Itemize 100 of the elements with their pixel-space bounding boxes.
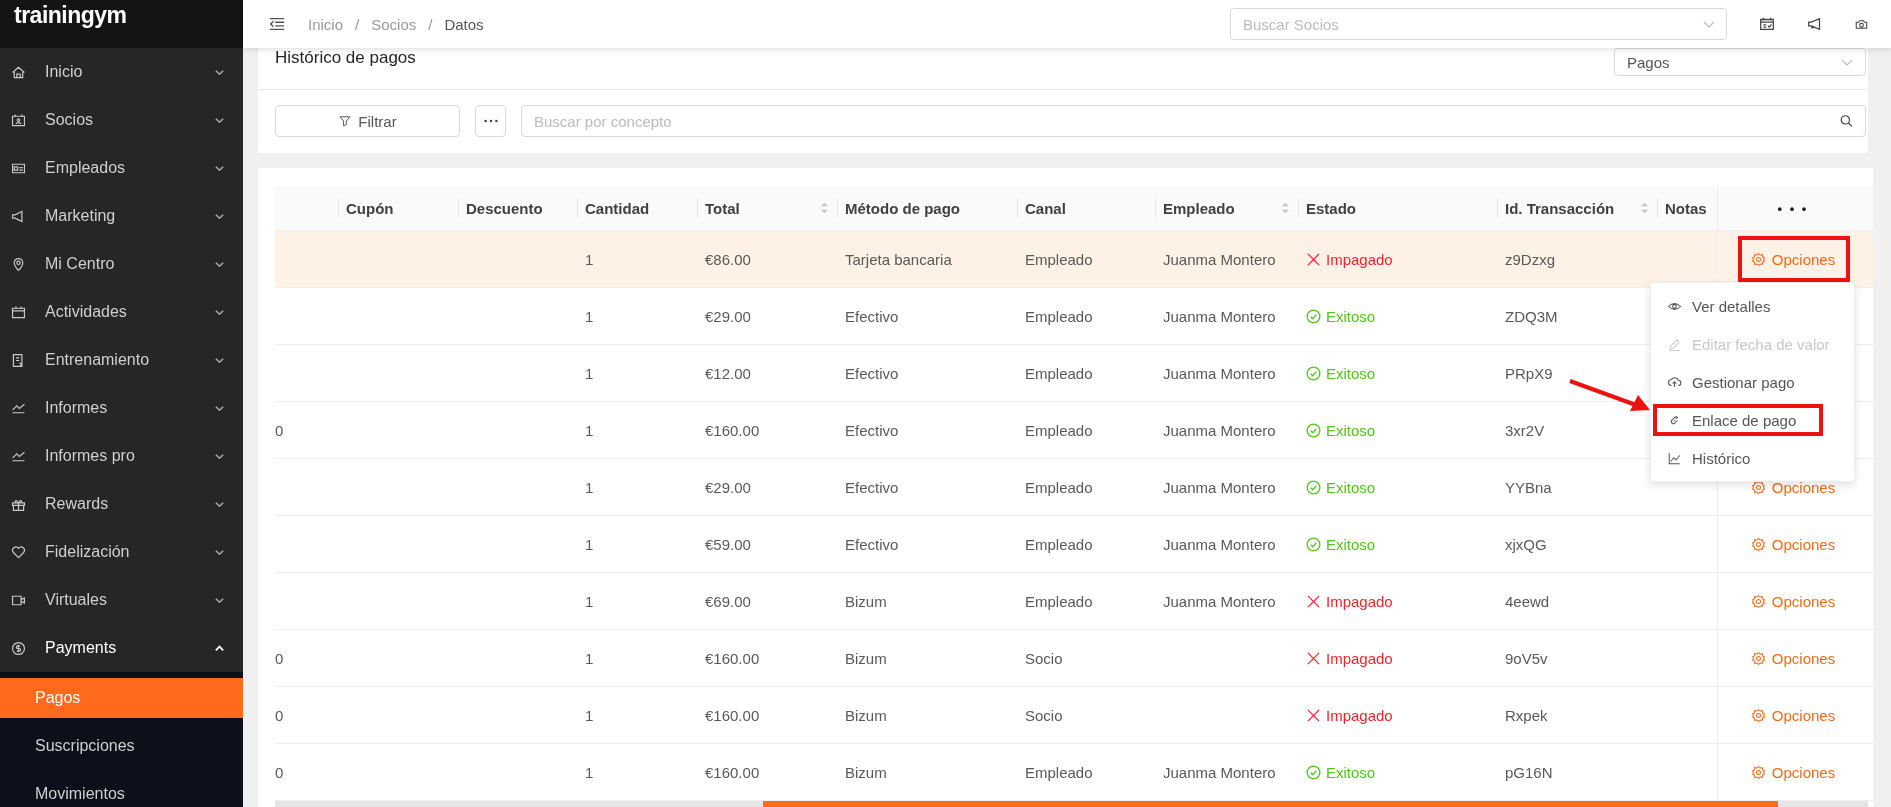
table-cell: Juanma Montero <box>1163 535 1276 553</box>
column-header: Notas <box>1665 199 1707 217</box>
filter-icon <box>338 114 353 128</box>
table-cell: Empleado <box>1025 763 1093 781</box>
table-cell: 0 <box>275 763 284 781</box>
dots-icon <box>481 118 500 124</box>
table-cell: €12.00 <box>705 364 751 382</box>
table-cell: €160.00 <box>705 763 760 781</box>
sidebar-item[interactable]: Mi Centro <box>0 240 243 288</box>
table-cell: 1 <box>585 307 594 325</box>
table-cell: ZDQ3M <box>1505 307 1558 325</box>
member-search-select[interactable]: Buscar Socios <box>1230 8 1727 40</box>
table-cell: Juanma Montero <box>1163 478 1276 496</box>
table-cell: YYBna <box>1505 478 1552 496</box>
table-cell: Efectivo <box>845 364 899 382</box>
filter-button[interactable]: Filtrar <box>275 105 460 137</box>
column-header: Cupón <box>346 199 394 217</box>
sidebar-item[interactable]: Empleados <box>0 144 243 192</box>
table-cell: Efectivo <box>845 478 899 496</box>
status-label: Impagado <box>1326 250 1393 268</box>
table-cell: 1 <box>585 535 594 553</box>
dollar-icon <box>10 639 27 657</box>
status-label: Exitoso <box>1326 535 1376 553</box>
sidebar-item[interactable]: Actividades <box>0 288 243 336</box>
cloud-upload-icon <box>1667 374 1682 390</box>
line-chart-icon <box>1667 450 1682 466</box>
sidebar-item[interactable]: Entrenamiento <box>0 336 243 384</box>
table-cell: Rxpek <box>1505 706 1548 724</box>
panel-title: Histórico de pagos <box>275 48 416 68</box>
table-cell: €160.00 <box>705 421 760 439</box>
table-cell: 0 <box>275 649 284 667</box>
column-header: Canal <box>1025 199 1066 217</box>
table-cell: Empleado <box>1025 592 1093 610</box>
gear-icon <box>1750 536 1766 552</box>
search-field[interactable]: Buscar por concepto <box>521 105 1866 137</box>
sidebar-item[interactable]: Socios <box>0 96 243 144</box>
table-cell: pG16N <box>1505 763 1553 781</box>
column-header: Cantidad <box>585 199 650 217</box>
table-cell: Juanma Montero <box>1163 421 1276 439</box>
status-label: Exitoso <box>1326 421 1376 439</box>
sidebar-item[interactable]: Virtuales <box>0 576 243 624</box>
horizontal-scrollbar[interactable] <box>275 801 1868 807</box>
column-header: Método de pago <box>845 199 960 217</box>
sidebar-item[interactable]: Fidelización <box>0 528 243 576</box>
table-cell: Efectivo <box>845 535 899 553</box>
sidebar-item[interactable]: Informes <box>0 384 243 432</box>
view-select[interactable]: Pagos <box>1614 48 1866 76</box>
table-cell: Empleado <box>1025 364 1093 382</box>
gear-icon <box>1750 650 1766 666</box>
menu-item[interactable]: Enlace de pago <box>1651 401 1854 439</box>
table-cell: Bizum <box>845 706 887 724</box>
column-header: Id. Transacción <box>1505 199 1615 217</box>
submenu-item[interactable]: Movimientos <box>0 774 243 807</box>
table-cell: 0 <box>275 706 284 724</box>
table-cell: Socio <box>1025 706 1063 724</box>
column-menu[interactable]: • • • <box>1777 200 1809 216</box>
table-cell: 1 <box>585 364 594 382</box>
breadcrumb-separator: / <box>428 15 433 33</box>
table-cell: Tarjeta bancaria <box>845 250 952 268</box>
sidebar-item[interactable]: Informes pro <box>0 432 243 480</box>
status-label: Exitoso <box>1326 364 1376 382</box>
table-cell: Bizum <box>845 592 887 610</box>
table-cell: Juanma Montero <box>1163 307 1276 325</box>
table-cell: 1 <box>585 592 594 610</box>
table-cell: xjxQG <box>1505 535 1547 553</box>
table-cell: €69.00 <box>705 592 751 610</box>
column-header: Empleado <box>1163 199 1235 217</box>
sidebar-item[interactable]: Rewards <box>0 480 243 528</box>
menu-item[interactable]: Ver detalles <box>1651 287 1854 325</box>
table-cell: 1 <box>585 421 594 439</box>
table-cell: 9oV5v <box>1505 649 1548 667</box>
menu-icon[interactable] <box>268 15 286 33</box>
calendar-check-icon[interactable] <box>1758 15 1776 33</box>
table-cell: PRpX9 <box>1505 364 1553 382</box>
status-label: Exitoso <box>1326 763 1376 781</box>
table-cell: 1 <box>585 478 594 496</box>
table-cell: 1 <box>585 649 594 667</box>
sidebar-item[interactable]: Inicio <box>0 48 243 96</box>
status-label: Exitoso <box>1326 307 1376 325</box>
table-cell: €86.00 <box>705 250 751 268</box>
sidebar-item[interactable]: Payments <box>0 624 243 672</box>
table-cell: z9Dzxg <box>1505 250 1556 268</box>
status-label: Impagado <box>1326 706 1393 724</box>
column-header: Total <box>705 199 740 217</box>
table-cell: Empleado <box>1025 421 1093 439</box>
table-cell: Socio <box>1025 649 1063 667</box>
pencil-icon <box>1667 336 1682 352</box>
sidebar-item[interactable]: Marketing <box>0 192 243 240</box>
table-cell: €160.00 <box>705 649 760 667</box>
search-icon[interactable] <box>1839 113 1854 129</box>
table-cell: 4eewd <box>1505 592 1550 610</box>
submenu-item[interactable]: Suscripciones <box>0 726 243 766</box>
breadcrumb-separator: / <box>355 15 360 33</box>
menu-item[interactable]: Gestionar pago <box>1651 363 1854 401</box>
status-label: Impagado <box>1326 649 1393 667</box>
table-cell: Bizum <box>845 763 887 781</box>
table-cell: €160.00 <box>705 706 760 724</box>
table-cell: €29.00 <box>705 307 751 325</box>
gear-icon <box>1750 479 1766 495</box>
column-header: Descuento <box>466 199 543 217</box>
